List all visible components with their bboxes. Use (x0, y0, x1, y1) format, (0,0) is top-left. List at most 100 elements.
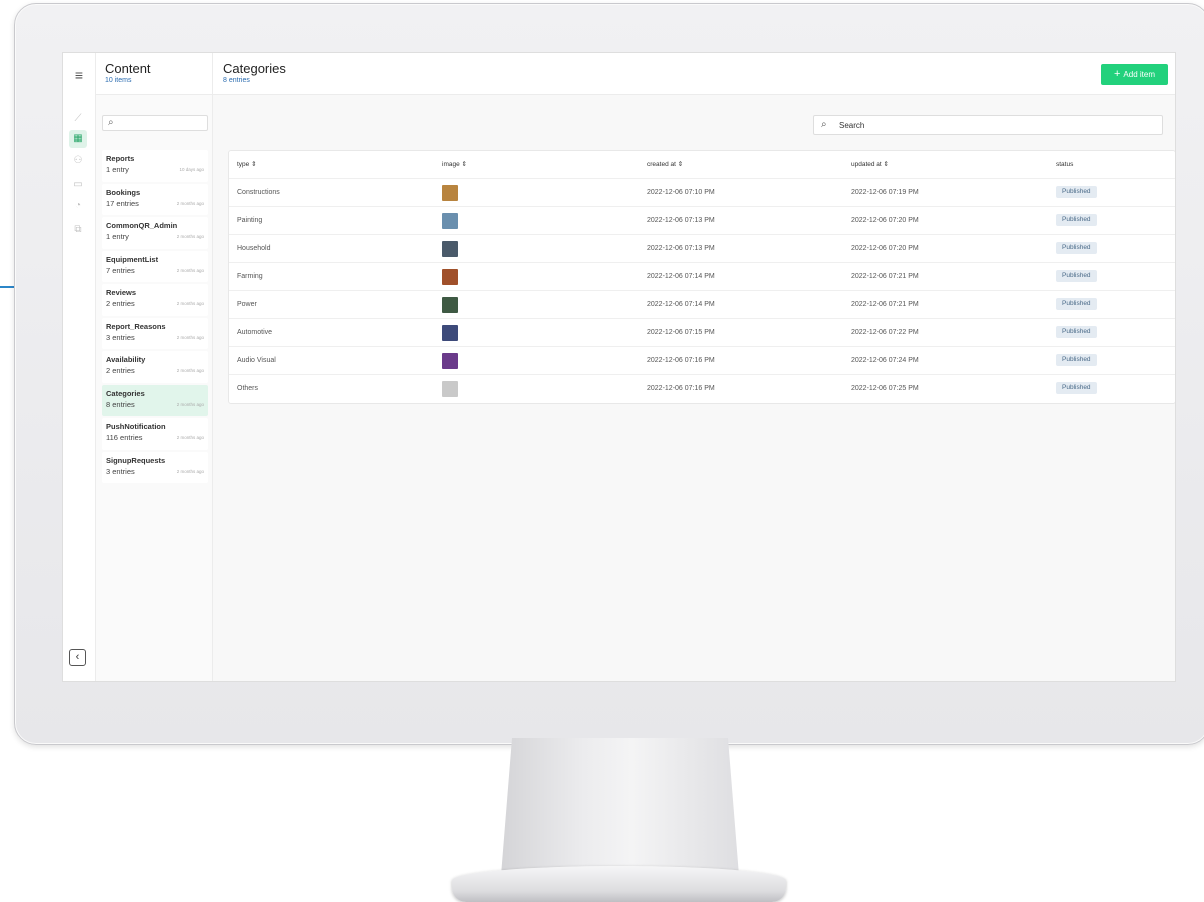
sidebar-item-name: Reviews (106, 288, 137, 297)
sidebar-item-updated: 2 months ago (176, 334, 204, 340)
users-icon[interactable]: ⚇ (69, 152, 87, 170)
cell-updated-at: 2022-12-06 07:20 PM (851, 245, 919, 252)
sidebar-item-commonqr-admin[interactable]: CommonQR_Admin 1 entry 2 months ago (102, 217, 208, 249)
sidebar-item-equipmentlist[interactable]: EquipmentList 7 entries 2 months ago (102, 250, 208, 282)
table-row[interactable]: Farming 2022-12-06 07:14 PM 2022-12-06 07:… (229, 263, 1175, 291)
cell-created-at: 2022-12-06 07:13 PM (647, 217, 715, 224)
category-thumbnail-image (442, 353, 458, 369)
sidebar-item-name: EquipmentList (106, 254, 159, 264)
cell-updated-at: 2022-12-06 07:25 PM (851, 385, 919, 392)
status-badge: Published (1056, 242, 1097, 255)
table-row[interactable]: Others 2022-12-06 07:16 PM 2022-12-06 07:2… (229, 375, 1175, 403)
cell-image (442, 207, 458, 235)
cell-type: Farming (237, 273, 263, 280)
cell-updated-at: 2022-12-06 07:21 PM (851, 273, 919, 280)
bell-icon[interactable]: ◔ (69, 197, 87, 215)
icon-rail: ≡ ⟋ ▦ ⚇ ▭ ◔ ⧉ ‹ (63, 53, 96, 681)
table-search-input[interactable]: ⌕ Search (813, 115, 1163, 135)
page-subtitle: 8 entries (223, 77, 250, 84)
sidebar-item-report-reasons[interactable]: Report_Reasons 3 entries 2 months ago (102, 317, 208, 349)
sidebar-item-updated: 2 months ago (176, 468, 204, 474)
sidebar-item-signuprequests[interactable]: SignupRequests 3 entries 2 months ago (102, 451, 208, 483)
entries-table: type ⇕ image ⇕ created at ⇕ updated at ⇕… (228, 150, 1175, 404)
hamburger-menu-icon[interactable]: ≡ (70, 66, 88, 84)
column-header-image[interactable]: image ⇕ (442, 151, 467, 179)
table-row[interactable]: Automotive 2022-12-06 07:15 PM 2022-12-06 … (229, 319, 1175, 347)
cell-status: Published (1056, 319, 1097, 347)
category-thumbnail-image (442, 269, 458, 285)
layout-icon[interactable]: ▭ (69, 176, 87, 194)
plus-icon: + (1113, 68, 1121, 80)
cell-status: Published (1056, 179, 1097, 207)
column-header-created-at[interactable]: created at ⇕ (647, 151, 683, 179)
sidebar-item-bookings[interactable]: Bookings 17 entries 2 months ago (102, 183, 208, 215)
monitor-stand-base (452, 866, 786, 902)
table-row[interactable]: Power 2022-12-06 07:14 PM 2022-12-06 07:21… (229, 291, 1175, 319)
cell-type: Power (237, 301, 257, 308)
sidebar-item-updated: 2 months ago (176, 200, 204, 206)
sidebar-item-name: Reports (106, 154, 135, 163)
layers-icon[interactable]: ⧉ (69, 221, 87, 239)
sidebar-item-reports[interactable]: Reports 1 entry 10 days ago (102, 150, 208, 182)
search-icon: ⌕ (108, 117, 114, 128)
cell-status: Published (1056, 207, 1097, 235)
table-icon[interactable]: ▦ (69, 130, 87, 148)
table-row[interactable]: Painting 2022-12-06 07:13 PM 2022-12-06 07… (229, 207, 1175, 235)
cell-updated-at: 2022-12-06 07:20 PM (851, 217, 919, 224)
main-header: Categories 8 entries + Add item (213, 53, 1175, 95)
cell-created-at: 2022-12-06 07:16 PM (647, 385, 715, 392)
sidebar-subtitle: 10 items (105, 77, 132, 84)
category-thumbnail-image (442, 297, 458, 313)
status-badge: Published (1056, 382, 1097, 395)
sidebar-item-updated: 10 days ago (179, 167, 204, 172)
sidebar-item-name: Categories (106, 388, 145, 398)
cell-created-at: 2022-12-06 07:14 PM (647, 301, 715, 308)
sidebar-item-reviews[interactable]: Reviews 2 entries 2 months ago (102, 284, 208, 316)
sidebar-item-name: Availability (106, 355, 146, 364)
table-row[interactable]: Audio Visual 2022-12-06 07:16 PM 2022-12-0… (229, 347, 1175, 375)
sidebar-item-pushnotification[interactable]: PushNotification 116 entries 2 months ago (102, 418, 208, 450)
cell-updated-at: 2022-12-06 07:21 PM (851, 301, 919, 308)
status-badge: Published (1056, 326, 1097, 339)
sidebar-item-updated: 2 months ago (176, 234, 204, 239)
cell-image (442, 347, 458, 375)
cell-type: Audio Visual (237, 357, 276, 364)
chevron-left-icon[interactable]: ‹ (69, 649, 86, 666)
sidebar-item-updated: 2 months ago (176, 435, 204, 440)
add-item-button[interactable]: + Add item (1101, 64, 1168, 85)
sidebar-search-input[interactable]: ⌕ (102, 115, 208, 131)
cell-updated-at: 2022-12-06 07:22 PM (851, 329, 919, 336)
table-row[interactable]: Household 2022-12-06 07:13 PM 2022-12-06 0… (229, 235, 1175, 263)
table-header-row: type ⇕ image ⇕ created at ⇕ updated at ⇕… (229, 151, 1175, 179)
sidebar-item-categories[interactable]: Categories 8 entries 2 months ago (102, 384, 208, 416)
sidebar-item-name: PushNotification (106, 422, 166, 431)
status-badge: Published (1056, 270, 1097, 283)
cell-created-at: 2022-12-06 07:15 PM (647, 329, 715, 336)
cell-status: Published (1056, 375, 1097, 403)
column-header-status: status (1056, 161, 1074, 168)
cell-type: Constructions (237, 189, 280, 196)
category-thumbnail-image (442, 185, 458, 201)
sidebar-item-availability[interactable]: Availability 2 entries 2 months ago (102, 351, 208, 383)
cell-status: Published (1056, 235, 1097, 263)
cell-created-at: 2022-12-06 07:13 PM (647, 245, 715, 252)
column-header-type[interactable]: type ⇕ (237, 151, 257, 179)
status-badge: Published (1056, 214, 1097, 227)
cell-updated-at: 2022-12-06 07:19 PM (851, 189, 919, 196)
cell-status: Published (1056, 347, 1097, 375)
content-type-list: Reports 1 entry 10 days ago Bookings 17 entr… (102, 150, 208, 485)
category-thumbnail-image (442, 381, 458, 397)
table-row[interactable]: Constructions 2022-12-06 07:10 PM 2022-12-… (229, 179, 1175, 207)
search-icon: ⌕ (821, 119, 827, 130)
sidebar-header: Content 10 items (96, 53, 212, 95)
column-header-updated-at[interactable]: updated at ⇕ (851, 151, 889, 179)
content-sidebar: Content 10 items ⌕ Reports 1 entry 10 days… (96, 53, 213, 681)
status-badge: Published (1056, 354, 1097, 367)
cell-type: Others (237, 385, 259, 392)
cell-image (442, 263, 458, 291)
monitor-screen: ≡ ⟋ ▦ ⚇ ▭ ◔ ⧉ ‹ Content 10 items ⌕ Repor… (62, 52, 1176, 682)
cell-created-at: 2022-12-06 07:14 PM (647, 273, 715, 280)
cell-type: Painting (237, 217, 263, 224)
chart-line-icon[interactable]: ⟋ (69, 110, 87, 128)
cell-image (442, 291, 458, 319)
